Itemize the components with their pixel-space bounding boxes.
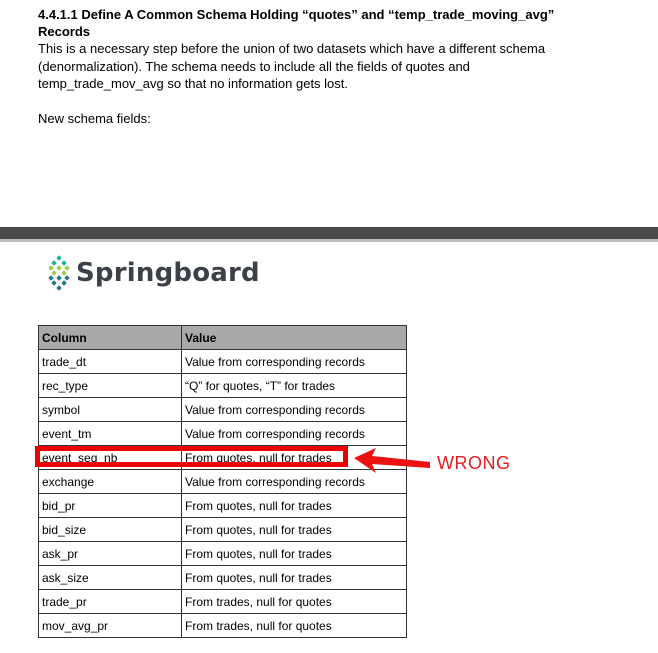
column-cell: bid_size xyxy=(38,517,182,542)
column-cell: event_tm xyxy=(38,421,182,446)
wrong-label: WRONG xyxy=(437,453,511,473)
section-heading: 4.4.1.1 Define A Common Schema Holding “… xyxy=(38,6,638,40)
page-break-bar xyxy=(0,227,658,239)
page-break-shadow xyxy=(0,239,658,242)
table-row: bid_pr From quotes, null for trades xyxy=(38,493,407,518)
paragraph-line-1: This is a necessary step before the unio… xyxy=(38,41,546,56)
paragraph-line-2: (denormalization). The schema needs to i… xyxy=(38,58,470,74)
value-cell: From quotes, null for trades xyxy=(181,541,407,566)
value-cell: Value from corresponding records xyxy=(181,349,407,374)
value-cell: “Q” for quotes, “T” for trades xyxy=(181,373,407,398)
document-page: 4.4.1.1 Define A Common Schema Holding “… xyxy=(0,0,658,653)
column-cell: rec_type xyxy=(38,373,182,398)
table-row: trade_dt Value from corresponding record… xyxy=(38,349,407,374)
column-cell: symbol xyxy=(38,397,182,422)
column-cell: exchange xyxy=(38,469,182,494)
schema-table: Column Value trade_dt Value from corresp… xyxy=(38,325,407,638)
value-cell: From quotes, null for trades xyxy=(181,517,407,542)
heading-line-2: Records xyxy=(38,24,91,39)
value-cell: From trades, null for quotes xyxy=(181,613,407,638)
table-row: trade_pr From trades, null for quotes xyxy=(38,589,407,614)
arrow-left-icon xyxy=(354,448,430,473)
highlight-box xyxy=(35,446,348,467)
table-header-row: Column Value xyxy=(38,325,407,350)
heading-line-1: 4.4.1.1 Define A Common Schema Holding “… xyxy=(38,7,555,22)
table-row: rec_type “Q” for quotes, “T” for trades xyxy=(38,373,407,398)
table-row: ask_size From quotes, null for trades xyxy=(38,565,407,590)
column-cell: ask_pr xyxy=(38,541,182,566)
column-cell: mov_avg_pr xyxy=(38,613,182,638)
new-schema-label: New schema fields: xyxy=(38,111,151,126)
springboard-logo: Springboard xyxy=(46,252,260,294)
springboard-leaf-icon xyxy=(48,255,70,291)
value-cell: From quotes, null for trades xyxy=(181,493,407,518)
table-row: ask_pr From quotes, null for trades xyxy=(38,541,407,566)
column-cell: bid_pr xyxy=(38,493,182,518)
value-cell: From quotes, null for trades xyxy=(181,565,407,590)
value-cell: Value from corresponding records xyxy=(181,397,407,422)
value-cell: From trades, null for quotes xyxy=(181,589,407,614)
table-row: event_tm Value from corresponding record… xyxy=(38,421,407,446)
table-row: bid_size From quotes, null for trades xyxy=(38,517,407,542)
column-header: Column xyxy=(38,325,182,350)
paragraph-line-3: temp_trade_mov_avg so that no informatio… xyxy=(38,76,349,91)
value-cell: Value from corresponding records xyxy=(181,421,407,446)
column-cell: ask_size xyxy=(38,565,182,590)
column-cell: trade_dt xyxy=(38,349,182,374)
table-row: symbol Value from corresponding records xyxy=(38,397,407,422)
column-cell: trade_pr xyxy=(38,589,182,614)
table-row: mov_avg_pr From trades, null for quotes xyxy=(38,613,407,638)
value-header: Value xyxy=(181,325,407,350)
description-paragraph: This is a necessary step before the unio… xyxy=(38,40,638,93)
logo-wordmark: Springboard xyxy=(76,258,260,288)
